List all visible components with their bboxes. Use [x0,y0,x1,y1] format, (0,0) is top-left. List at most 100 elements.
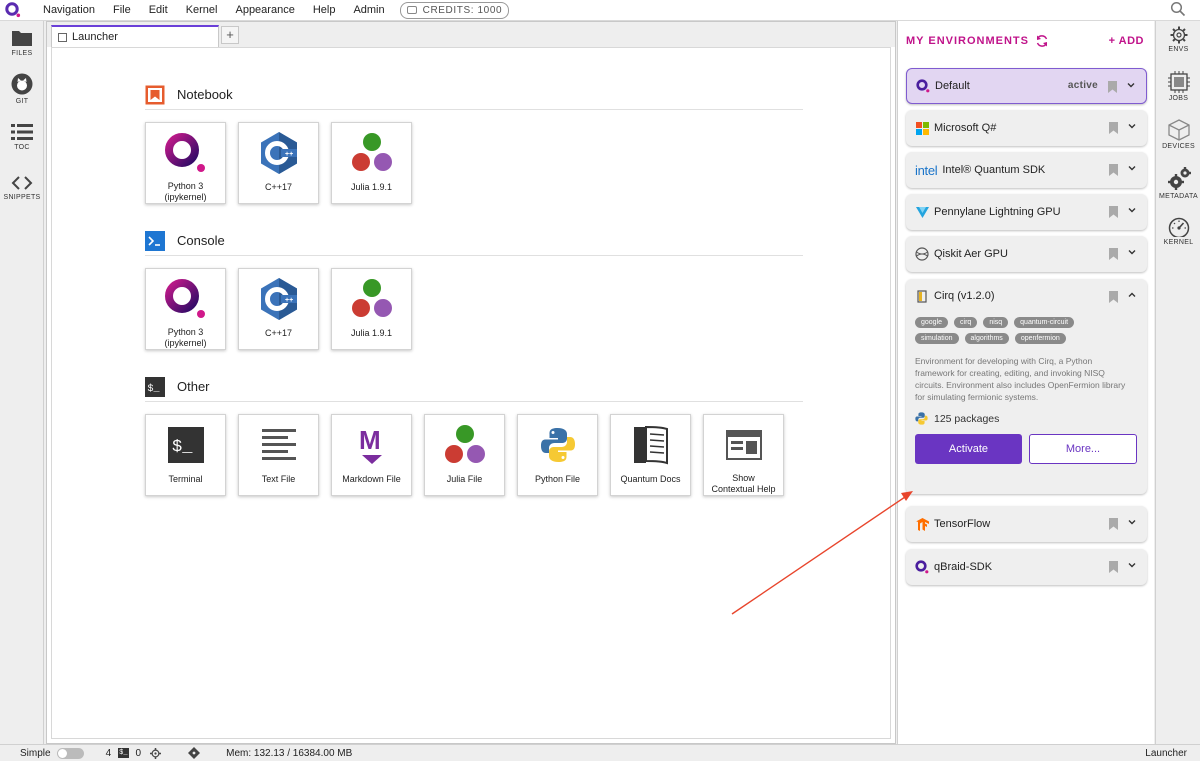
svg-text:++: ++ [285,151,293,158]
sidebar-files-button[interactable]: FILES [0,29,44,57]
chevron-up-icon[interactable] [1127,290,1137,300]
credits-value: 1000 [477,4,503,16]
sidebar-envs-button[interactable]: ENVS [1156,26,1200,53]
environments-header: MY ENVIRONMENTS + ADD [898,21,1154,61]
card-label-line2: (ipykernel) [164,338,207,348]
bookmark-icon[interactable] [1109,518,1118,530]
tag-google[interactable]: google [915,317,949,328]
python-file-card[interactable]: Python File [517,414,598,496]
bookmark-icon[interactable] [1108,81,1117,93]
chevron-down-icon[interactable] [1127,121,1137,131]
credits-label: CREDITS: [422,4,475,16]
sidebar-metadata-label: METADATA [1159,193,1198,200]
notebook-python3-card[interactable]: Python 3 (ipykernel) [145,122,226,204]
tag-openfermion[interactable]: openfermion [1014,333,1066,344]
env-qiskit-aer-gpu[interactable]: Qiskit Aer GPU [906,236,1147,272]
qbraid-python-icon [163,276,209,321]
chevron-down-icon[interactable] [1126,80,1136,90]
sidebar-metadata-button[interactable]: METADATA [1156,167,1200,200]
card-label-line1: Julia 1.9.1 [350,328,393,338]
add-environment-button[interactable]: + ADD [1109,35,1144,47]
chevron-down-icon[interactable] [1127,205,1137,215]
bookmark-icon[interactable] [1109,122,1118,134]
console-prompt-icon [145,230,165,251]
notebook-cards: Python 3 (ipykernel) ++ C++17 Julia 1.9.… [145,122,424,204]
terminal-card[interactable]: $_ Terminal [145,414,226,496]
sidebar-git-button[interactable]: GIT [0,73,44,105]
bookmark-icon[interactable] [1109,164,1118,176]
sidebar-toc-label: TOC [14,144,30,151]
tag-quantum-circuit[interactable]: quantum-circuit [1014,317,1075,328]
env-name: Qiskit Aer GPU [934,248,1008,260]
search-icon[interactable] [1170,1,1186,17]
quantum-docs-card[interactable]: Quantum Docs [610,414,691,496]
sidebar-snippets-button[interactable]: SNIPPETS [0,175,44,201]
bookmark-icon[interactable] [1109,291,1118,303]
text-file-card[interactable]: Text File [238,414,319,496]
tag-simulation[interactable]: simulation [915,333,959,344]
sidebar-toc-button[interactable]: TOC [0,123,44,151]
tag-algorithms[interactable]: algorithms [964,333,1009,344]
console-cpp17-card[interactable]: ++ C++17 [238,268,319,350]
env-name: Pennylane Lightning GPU [934,206,1061,218]
kernel-count[interactable]: 4 [106,748,112,759]
tag-cirq[interactable]: cirq [954,317,978,328]
env-packages[interactable]: 125 packages [915,412,999,425]
tag-nisq[interactable]: nisq [983,317,1009,328]
gear-icon [1170,26,1187,44]
chevron-down-icon[interactable] [1127,247,1137,257]
terminal-count[interactable]: 0 [136,748,142,759]
env-cirq[interactable]: Cirq (v1.2.0) google cirq nisq quantum-c… [906,279,1147,494]
tab-launcher[interactable]: Launcher [51,25,219,47]
contextual-help-card[interactable]: Show Contextual Help [703,414,784,496]
sidebar-kernel-label: KERNEL [1163,239,1194,246]
more-button[interactable]: More... [1029,434,1137,464]
env-default[interactable]: Default active [906,68,1147,104]
markdown-file-card[interactable]: M Markdown File [331,414,412,496]
bookmark-icon[interactable] [1109,561,1118,573]
code-brackets-icon [11,176,33,190]
env-microsoft-qsharp[interactable]: Microsoft Q# [906,110,1147,146]
bookmark-icon[interactable] [1109,248,1118,260]
contextual-help-icon [721,422,767,467]
menu-appearance[interactable]: Appearance [226,4,303,16]
markdown-icon: M [349,422,395,468]
refresh-icon[interactable] [1035,34,1049,48]
tensorflow-icon [915,517,929,531]
credits-badge[interactable]: CREDITS: 1000 [399,1,510,19]
qbraid-logo-icon[interactable] [5,2,21,18]
credit-card-icon [406,6,417,14]
menu-edit[interactable]: Edit [140,4,177,16]
python-icon [535,422,581,468]
env-intel-quantum-sdk[interactable]: intel Intel® Quantum SDK [906,152,1147,188]
add-tab-button[interactable]: + [221,26,239,44]
cpp-icon: ++ [256,276,302,322]
env-name: Intel® Quantum SDK [942,164,1046,176]
launcher-panel: Notebook Python 3 (ipykernel) ++ C++17 J… [51,47,891,739]
notebook-cpp17-card[interactable]: ++ C++17 [238,122,319,204]
chevron-down-icon[interactable] [1127,560,1137,570]
menu-admin[interactable]: Admin [344,4,393,16]
activate-button[interactable]: Activate [915,434,1022,464]
env-tensorflow[interactable]: TensorFlow [906,506,1147,542]
notebook-julia-card[interactable]: Julia 1.9.1 [331,122,412,204]
git-branch-icon[interactable] [188,747,201,759]
env-pennylane-lightning-gpu[interactable]: Pennylane Lightning GPU [906,194,1147,230]
console-julia-card[interactable]: Julia 1.9.1 [331,268,412,350]
chevron-down-icon[interactable] [1127,163,1137,173]
settings-icon[interactable] [150,747,162,759]
sidebar-jobs-button[interactable]: JOBS [1156,71,1200,102]
menu-help[interactable]: Help [304,4,345,16]
simple-mode-toggle[interactable] [56,747,84,759]
chevron-down-icon[interactable] [1127,517,1137,527]
console-python3-card[interactable]: Python 3 (ipykernel) [145,268,226,350]
left-sidebar: FILES GIT TOC SNIPPETS [0,21,44,744]
menu-kernel[interactable]: Kernel [177,4,227,16]
menu-navigation[interactable]: Navigation [34,4,104,16]
sidebar-devices-button[interactable]: DEVICES [1156,119,1200,150]
julia-file-card[interactable]: Julia File [424,414,505,496]
env-qbraid-sdk[interactable]: qBraid-SDK [906,549,1147,585]
menu-file[interactable]: File [104,4,140,16]
bookmark-icon[interactable] [1109,206,1118,218]
sidebar-kernel-button[interactable]: KERNEL [1156,217,1200,246]
